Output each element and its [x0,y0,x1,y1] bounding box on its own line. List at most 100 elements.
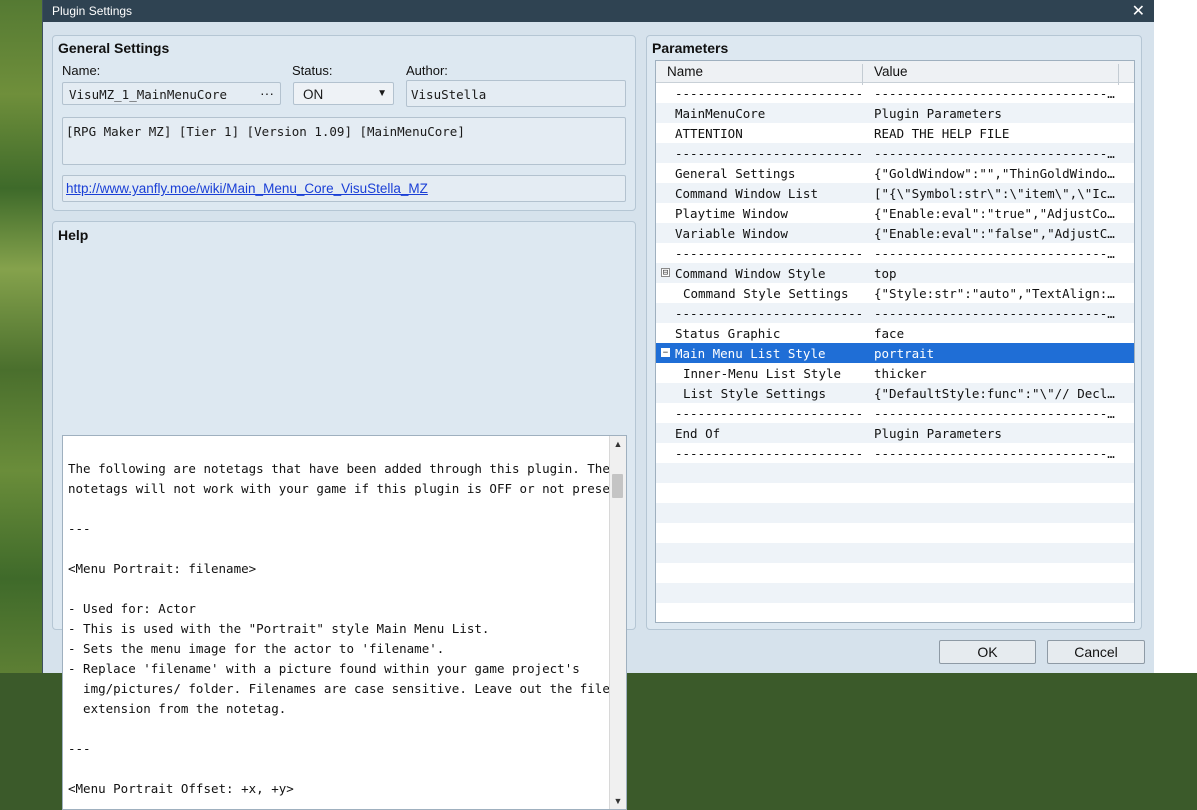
table-row[interactable]: − Main Menu List Style portrait [656,343,1134,363]
parameter-value: {"Style:str":"auto","TextAlign:str":"cen… [874,286,1117,301]
table-row[interactable] [656,583,1134,603]
browse-plugin-button[interactable]: ··· [260,85,274,101]
parameter-value: READ THE HELP FILE [874,126,1010,141]
column-header-value[interactable]: Value [874,64,908,79]
parameter-value: ----------------------------------- [874,246,1117,261]
table-row[interactable] [656,483,1134,503]
parameter-value: {"DefaultStyle:func":"\"// Declare Const… [874,386,1117,401]
close-icon[interactable]: ✕ [1132,1,1145,21]
parameters-panel: Parameters Name Value ------------------… [646,35,1142,630]
scroll-thumb[interactable] [612,474,623,498]
parameter-name: Variable Window [675,226,788,241]
parameter-name: ------------------------- [675,146,864,161]
table-row[interactable]: End Of Plugin Parameters [656,423,1134,443]
author-value: VisuStella [411,87,487,102]
status-label: Status: [292,63,333,78]
general-settings-title: General Settings [58,40,170,56]
parameter-value: ----------------------------------- [874,146,1117,161]
parameter-value: Plugin Parameters [874,426,1002,441]
help-text-area[interactable]: The following are notetags that have bee… [62,435,627,810]
column-divider[interactable] [862,64,863,85]
parameter-name: ------------------------- [675,406,864,421]
parameter-name: MainMenuCore [675,106,766,121]
table-header: Name Value [656,61,1134,85]
parameter-value: thicker [874,366,927,381]
collapse-toggle-icon[interactable]: ⊟ [661,268,670,278]
parameter-name: End Of [675,426,721,441]
help-text: The following are notetags that have bee… [68,461,627,796]
description-text: [RPG Maker MZ] [Tier 1] [Version 1.09] [… [66,124,465,139]
plugin-help-link[interactable]: http://www.yanfly.moe/wiki/Main_Menu_Cor… [66,181,428,196]
scroll-up-icon[interactable]: ▲ [610,436,626,452]
table-row[interactable]: ------------------------- ---------------… [656,243,1134,263]
scroll-down-icon[interactable]: ▼ [610,793,626,809]
parameter-name: List Style Settings [683,386,826,401]
table-row[interactable]: ------------------------- ---------------… [656,83,1134,103]
table-row[interactable] [656,543,1134,563]
table-row[interactable]: ------------------------- ---------------… [656,143,1134,163]
parameter-name: Main Menu List Style [675,346,826,361]
help-scrollbar[interactable]: ▲ ▼ [609,436,626,809]
general-settings-panel: General Settings Name: VisuMZ_1_MainMenu… [52,35,636,211]
parameter-name: ------------------------- [675,246,864,261]
parameter-value: top [874,266,897,281]
window-title: Plugin Settings [52,4,133,18]
table-row[interactable]: List Style Settings {"DefaultStyle:func":… [656,383,1134,403]
parameter-name: ------------------------- [675,306,864,321]
name-value: VisuMZ_1_MainMenuCore [69,87,228,102]
parameter-name: Command Style Settings [683,286,849,301]
desktop-background-right [1153,0,1197,673]
table-row[interactable]: ------------------------- ---------------… [656,303,1134,323]
column-header-name[interactable]: Name [667,64,703,79]
parameter-name: ------------------------- [675,86,864,101]
ok-button[interactable]: OK [939,640,1036,664]
table-row[interactable]: General Settings {"GoldWindow":"","ThinGo… [656,163,1134,183]
parameter-value: ----------------------------------- [874,306,1117,321]
table-row[interactable]: Command Window List ["{\"Symbol:str\":\"i… [656,183,1134,203]
parameter-name: Inner-Menu List Style [683,366,842,381]
parameter-name: ------------------------- [675,446,864,461]
table-row[interactable]: Status Graphic face [656,323,1134,343]
collapse-toggle-icon[interactable]: − [661,348,670,358]
table-row[interactable]: MainMenuCore Plugin Parameters [656,103,1134,123]
parameter-value: portrait [874,346,935,361]
table-row[interactable]: ------------------------- ---------------… [656,403,1134,423]
table-row[interactable] [656,503,1134,523]
table-row[interactable] [656,463,1134,483]
parameter-value: face [874,326,905,341]
parameter-value: ["{\"Symbol:str\":\"item\",\"Icon:num\":… [874,186,1117,201]
parameter-value: {"GoldWindow":"","ThinGoldWindow":"true"… [874,166,1117,181]
description-field: [RPG Maker MZ] [Tier 1] [Version 1.09] [… [62,117,626,165]
parameter-value: ----------------------------------- [874,86,1117,101]
table-row[interactable] [656,523,1134,543]
parameter-value: ----------------------------------- [874,446,1117,461]
table-row[interactable]: ------------------------- ---------------… [656,443,1134,463]
status-select[interactable]: ON ▼ [293,82,394,105]
title-bar: Plugin Settings ✕ [43,0,1154,22]
table-row[interactable] [656,563,1134,583]
table-row[interactable]: ⊟ Command Window Style top [656,263,1134,283]
plugin-settings-dialog: Plugin Settings ✕ General Settings Name:… [42,0,1154,810]
table-row[interactable] [656,603,1134,622]
parameter-value: {"Enable:eval":"true","AdjustCommandHeig… [874,206,1117,221]
table-row[interactable]: Playtime Window {"Enable:eval":"true","Ad… [656,203,1134,223]
parameters-title: Parameters [652,40,729,56]
chevron-down-icon: ▼ [377,88,387,99]
name-field[interactable]: VisuMZ_1_MainMenuCore ··· [62,82,281,105]
parameter-name: Status Graphic [675,326,781,341]
game-background-left [0,0,44,673]
cancel-button[interactable]: Cancel [1047,640,1145,664]
author-field: VisuStella [406,80,626,107]
parameter-value: {"Enable:eval":"false","AdjustCommandHei… [874,226,1117,241]
table-row[interactable]: Inner-Menu List Style thicker [656,363,1134,383]
table-row[interactable]: ATTENTION READ THE HELP FILE [656,123,1134,143]
parameter-rows: ------------------------- ---------------… [656,83,1134,622]
parameter-name: Command Window List [675,186,818,201]
help-title: Help [58,227,89,243]
column-divider[interactable] [1118,64,1119,85]
name-label: Name: [62,63,101,78]
table-row[interactable]: Variable Window {"Enable:eval":"false","A… [656,223,1134,243]
table-row[interactable]: Command Style Settings {"Style:str":"auto… [656,283,1134,303]
parameters-table: Name Value ------------------------- ----… [655,60,1135,623]
parameter-value: Plugin Parameters [874,106,1002,121]
